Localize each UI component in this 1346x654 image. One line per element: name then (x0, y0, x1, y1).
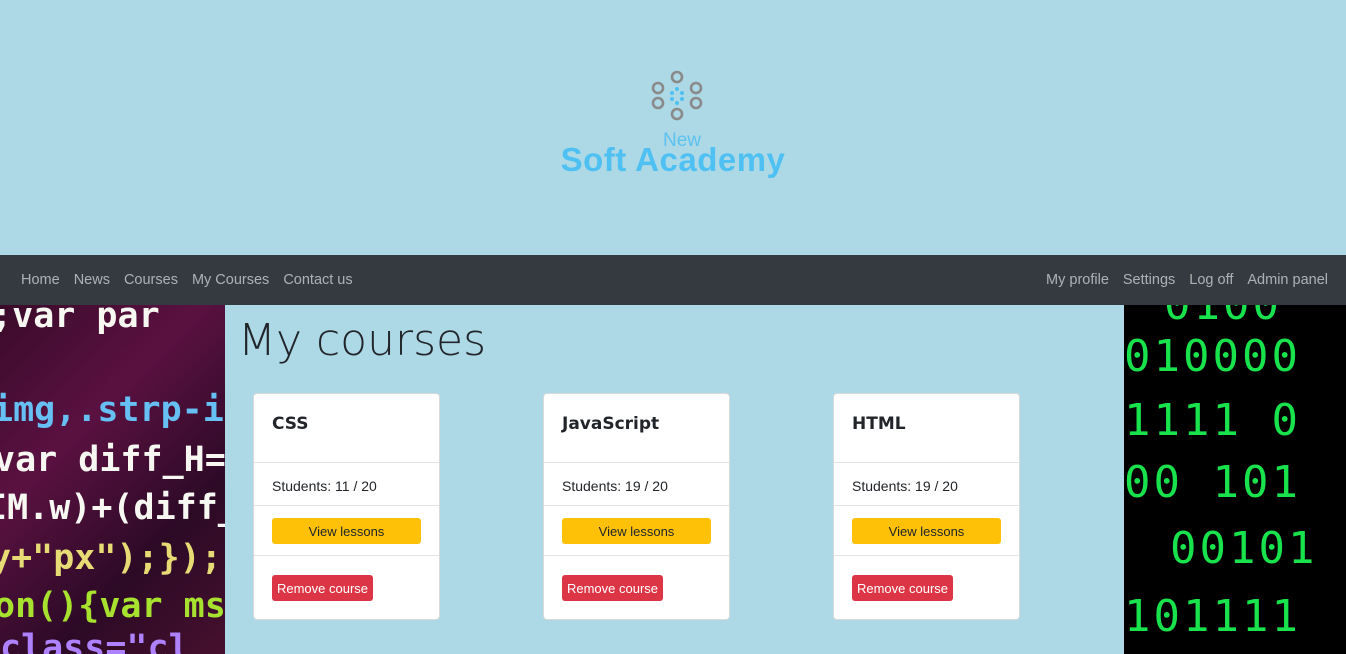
remove-course-button[interactable]: Remove course (852, 575, 953, 601)
brand-name: Soft Academy (560, 141, 786, 178)
nav-right-group: My profile Settings Log off Admin panel (1039, 255, 1335, 305)
binary-line: 00 101 (1124, 457, 1301, 508)
code-line: IM.w)+(diff_ (0, 488, 225, 528)
nav-my-courses[interactable]: My Courses (185, 272, 276, 288)
code-line: var diff_H= (0, 440, 225, 480)
code-line: );var par (0, 305, 160, 336)
nav-courses[interactable]: Courses (117, 272, 185, 288)
course-title: CSS (272, 414, 309, 434)
course-card: HTML Students: 19 / 20 View lessons Remo… (833, 393, 1020, 620)
card-divider (544, 505, 729, 506)
card-divider (254, 505, 439, 506)
background-binary-image: 0100 010000 1111 0 00 101 00101 101111 (1124, 305, 1346, 654)
card-divider (544, 462, 729, 463)
card-divider (834, 555, 1019, 556)
view-lessons-button[interactable]: View lessons (852, 518, 1001, 544)
remove-course-button[interactable]: Remove course (272, 575, 373, 601)
binary-line: 1111 0 (1124, 395, 1301, 446)
card-divider (834, 505, 1019, 506)
card-divider (254, 462, 439, 463)
course-students-count: Students: 19 / 20 (852, 478, 958, 494)
card-divider (254, 555, 439, 556)
course-title: HTML (852, 414, 906, 434)
nav-settings[interactable]: Settings (1116, 272, 1182, 288)
code-line: img,.strp-i (0, 390, 224, 430)
code-line: on(){var msg (0, 586, 225, 626)
background-code-image: );var par img,.strp-i var diff_H= IM.w)+… (0, 305, 225, 654)
main-navbar: Home News Courses My Courses Contact us … (0, 255, 1346, 305)
course-students-count: Students: 19 / 20 (562, 478, 668, 494)
course-students-count: Students: 11 / 20 (272, 478, 377, 494)
card-divider (834, 462, 1019, 463)
remove-course-button[interactable]: Remove course (562, 575, 663, 601)
nav-my-profile[interactable]: My profile (1039, 272, 1116, 288)
main-content: My courses CSS Students: 11 / 20 View le… (225, 305, 1124, 654)
course-card: JavaScript Students: 19 / 20 View lesson… (543, 393, 730, 620)
binary-line: 101111 (1124, 591, 1301, 642)
academy-logo-icon (651, 70, 703, 121)
nav-contact-us[interactable]: Contact us (276, 272, 359, 288)
nav-home[interactable]: Home (14, 272, 67, 288)
binary-line: 00101 (1170, 523, 1318, 574)
course-card: CSS Students: 11 / 20 View lessons Remov… (253, 393, 440, 620)
binary-line: 010000 (1124, 331, 1301, 382)
view-lessons-button[interactable]: View lessons (562, 518, 711, 544)
card-divider (544, 555, 729, 556)
nav-left-group: Home News Courses My Courses Contact us (14, 255, 360, 305)
code-line: class="cl (0, 628, 190, 654)
course-title: JavaScript (562, 414, 660, 434)
view-lessons-button[interactable]: View lessons (272, 518, 421, 544)
page-title: My courses (238, 315, 486, 366)
binary-line: 0100 (1164, 305, 1282, 327)
nav-admin-panel[interactable]: Admin panel (1240, 272, 1335, 288)
nav-news[interactable]: News (67, 272, 117, 288)
code-line: y+"px");}); (0, 538, 222, 578)
site-header: New Soft Academy (0, 0, 1346, 255)
nav-log-off[interactable]: Log off (1182, 272, 1240, 288)
